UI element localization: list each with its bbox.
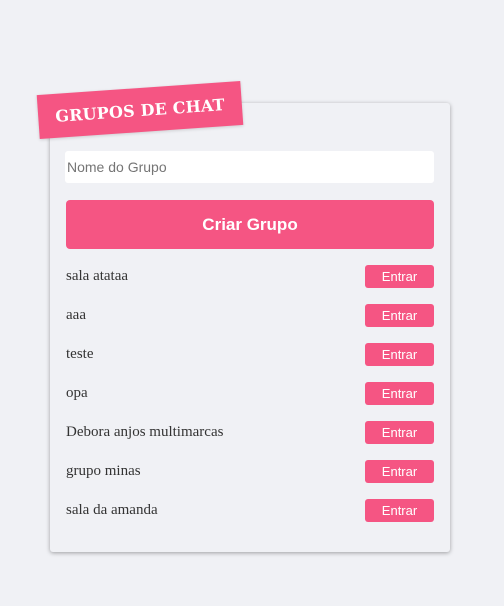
list-item: aaa Entrar <box>66 304 434 327</box>
group-name: aaa <box>66 307 86 323</box>
list-item: Debora anjos multimarcas Entrar <box>66 421 434 444</box>
enter-group-button[interactable]: Entrar <box>365 499 434 522</box>
list-item: sala atataa Entrar <box>66 265 434 288</box>
page-title: GRUPOS DE CHAT <box>54 94 226 126</box>
group-list: sala atataa Entrar aaa Entrar teste Entr… <box>66 265 434 538</box>
group-name: sala atataa <box>66 268 129 284</box>
group-name: grupo minas <box>66 463 141 479</box>
list-item: teste Entrar <box>66 343 434 366</box>
enter-group-button[interactable]: Entrar <box>365 382 434 405</box>
enter-group-button[interactable]: Entrar <box>365 304 434 327</box>
group-name: sala da amanda <box>66 502 158 518</box>
enter-group-button[interactable]: Entrar <box>365 343 434 366</box>
group-name: Debora anjos multimarcas <box>66 424 224 440</box>
enter-group-button[interactable]: Entrar <box>365 460 434 483</box>
group-name-input[interactable] <box>65 151 434 183</box>
enter-group-button[interactable]: Entrar <box>365 265 434 288</box>
create-group-button[interactable]: Criar Grupo <box>66 200 434 249</box>
enter-group-button[interactable]: Entrar <box>365 421 434 444</box>
group-name: opa <box>66 385 88 401</box>
list-item: opa Entrar <box>66 382 434 405</box>
group-name: teste <box>66 346 94 362</box>
list-item: sala da amanda Entrar <box>66 499 434 522</box>
list-item: grupo minas Entrar <box>66 460 434 483</box>
